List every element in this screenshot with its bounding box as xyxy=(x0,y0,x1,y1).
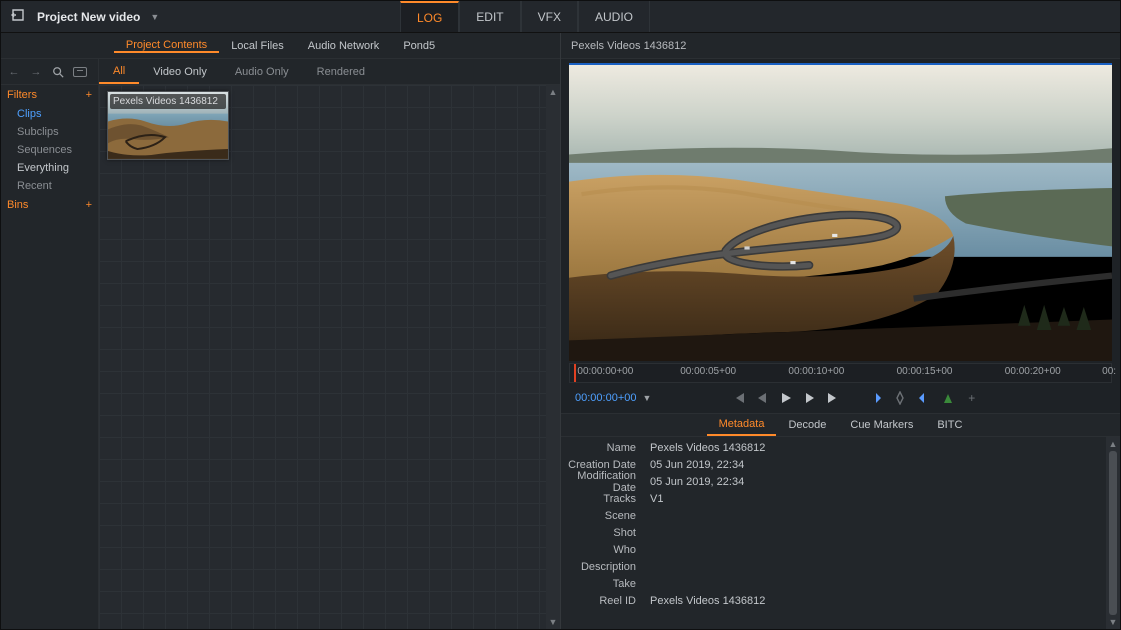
meta-row: Take xyxy=(561,575,1106,592)
timeline-tick: 00:00:20+00 xyxy=(1003,366,1061,377)
sidebar-item-subclips[interactable]: Subclips xyxy=(1,123,98,141)
go-to-end-icon[interactable] xyxy=(826,390,842,406)
workspace-tabs: LOG EDIT VFX AUDIO xyxy=(400,1,650,32)
add-icon[interactable]: + xyxy=(964,390,980,406)
source-tab-project-contents[interactable]: Project Contents xyxy=(114,39,219,53)
viewer-timeline[interactable]: 00:00:00+00 00:00:05+00 00:00:10+00 00:0… xyxy=(569,363,1112,383)
meta-tab-cue-markers[interactable]: Cue Markers xyxy=(838,414,925,436)
source-tab-pond5[interactable]: Pond5 xyxy=(391,40,447,52)
filters-sidebar: ← → Filters + Clips Subclips Sequences E… xyxy=(1,59,99,629)
timeline-tick: 00:00:05+00 xyxy=(678,366,736,377)
metadata-scrollbar[interactable]: ▲ ▼ xyxy=(1106,437,1120,629)
tab-log[interactable]: LOG xyxy=(400,1,459,32)
bins-heading[interactable]: Bins + xyxy=(1,195,98,215)
timeline-tick: 00:00:00+00 xyxy=(575,366,633,377)
meta-row: NamePexels Videos 1436812 xyxy=(561,439,1106,456)
add-marker-icon[interactable] xyxy=(940,390,956,406)
meta-row: Description xyxy=(561,558,1106,575)
nav-back-icon[interactable]: ← xyxy=(7,65,21,79)
meta-tab-bitc[interactable]: BITC xyxy=(925,414,974,436)
go-to-start-icon[interactable] xyxy=(730,390,746,406)
tab-edit[interactable]: EDIT xyxy=(459,1,520,32)
filter-tab-video-only[interactable]: Video Only xyxy=(139,59,221,84)
add-bin-icon[interactable]: + xyxy=(86,199,92,211)
add-filter-icon[interactable]: + xyxy=(86,89,92,101)
filter-tab-audio-only[interactable]: Audio Only xyxy=(221,59,303,84)
meta-value[interactable]: V1 xyxy=(646,493,663,505)
clear-marks-icon[interactable] xyxy=(892,390,908,406)
sidebar-item-sequences[interactable]: Sequences xyxy=(1,141,98,159)
tab-vfx[interactable]: VFX xyxy=(521,1,578,32)
clip-thumbnail-label: Pexels Videos 1436812 xyxy=(110,94,226,109)
clip-grid-scrollbar[interactable]: ▲ ▼ xyxy=(546,85,560,629)
source-tab-audio-network[interactable]: Audio Network xyxy=(296,40,392,52)
scrollbar-thumb[interactable] xyxy=(1109,451,1117,615)
sidebar-item-everything[interactable]: Everything xyxy=(1,159,98,177)
meta-value[interactable]: 05 Jun 2019, 22:34 xyxy=(646,459,744,471)
filter-tab-rendered[interactable]: Rendered xyxy=(303,59,379,84)
preview-title: Pexels Videos 1436812 xyxy=(561,33,1120,59)
meta-row: Shot xyxy=(561,524,1106,541)
top-bar: Project New video ▼ LOG EDIT VFX AUDIO xyxy=(1,1,1120,33)
search-icon[interactable] xyxy=(51,65,65,79)
transport-bar: 00:00:00+00▼ + xyxy=(569,385,1112,411)
timeline-tick: 00:00:10+00 xyxy=(786,366,844,377)
meta-row: Scene xyxy=(561,507,1106,524)
keyboard-icon[interactable] xyxy=(73,65,87,79)
metadata-tab-row: Metadata Decode Cue Markers BITC xyxy=(561,413,1120,437)
project-panel: Project Contents Local Files Audio Netwo… xyxy=(1,33,561,629)
filters-heading[interactable]: Filters + xyxy=(1,85,98,105)
viewer-panel: Pexels Videos 1436812 xyxy=(561,33,1120,629)
back-to-launch-icon[interactable] xyxy=(11,8,27,25)
tab-audio[interactable]: AUDIO xyxy=(578,1,650,32)
step-back-icon[interactable] xyxy=(754,390,770,406)
play-icon[interactable] xyxy=(778,390,794,406)
nav-forward-icon[interactable]: → xyxy=(29,65,43,79)
project-title[interactable]: Project New video xyxy=(37,10,140,24)
meta-row: TracksV1 xyxy=(561,490,1106,507)
scroll-up-icon[interactable]: ▲ xyxy=(549,87,558,97)
clip-grid[interactable]: Pexels Videos 1436812 xyxy=(99,85,546,629)
current-timecode[interactable]: 00:00:00+00▼ xyxy=(569,392,657,404)
scroll-down-icon[interactable]: ▼ xyxy=(1109,617,1118,627)
video-viewer[interactable] xyxy=(569,63,1112,361)
meta-row: Reel IDPexels Videos 1436812 xyxy=(561,592,1106,609)
source-tab-row: Project Contents Local Files Audio Netwo… xyxy=(1,33,560,59)
meta-row: Modification Date05 Jun 2019, 22:34 xyxy=(561,473,1106,490)
project-menu-chevron-icon[interactable]: ▼ xyxy=(150,12,159,22)
mark-in-icon[interactable] xyxy=(868,390,884,406)
timeline-tick: 00:00:15+00 xyxy=(895,366,953,377)
scroll-down-icon[interactable]: ▼ xyxy=(549,617,558,627)
filter-tab-all[interactable]: All xyxy=(99,59,139,84)
timeline-tick: 00: xyxy=(1100,366,1116,377)
meta-value[interactable]: Pexels Videos 1436812 xyxy=(646,442,765,454)
meta-row: Who xyxy=(561,541,1106,558)
meta-tab-decode[interactable]: Decode xyxy=(776,414,838,436)
clip-thumbnail[interactable]: Pexels Videos 1436812 xyxy=(107,91,229,160)
meta-tab-metadata[interactable]: Metadata xyxy=(707,414,777,436)
content-filter-row: All Video Only Audio Only Rendered xyxy=(99,59,560,85)
source-tab-local-files[interactable]: Local Files xyxy=(219,40,296,52)
meta-value[interactable]: Pexels Videos 1436812 xyxy=(646,595,765,607)
timecode-menu-icon[interactable]: ▼ xyxy=(642,393,651,403)
mark-out-icon[interactable] xyxy=(916,390,932,406)
meta-value[interactable]: 05 Jun 2019, 22:34 xyxy=(646,476,744,488)
step-forward-icon[interactable] xyxy=(802,390,818,406)
sidebar-item-clips[interactable]: Clips xyxy=(1,105,98,123)
sidebar-item-recent[interactable]: Recent xyxy=(1,177,98,195)
metadata-table: NamePexels Videos 1436812 Creation Date0… xyxy=(561,437,1106,629)
scroll-up-icon[interactable]: ▲ xyxy=(1109,439,1118,449)
